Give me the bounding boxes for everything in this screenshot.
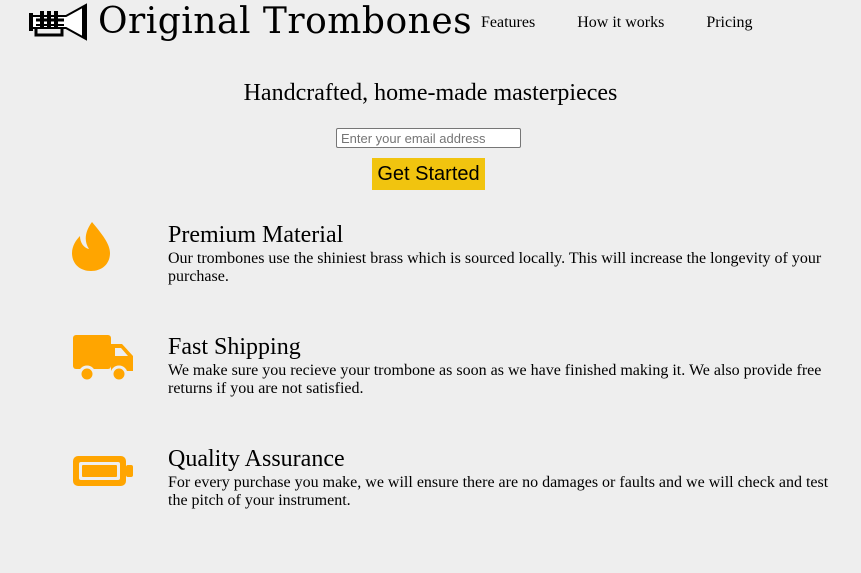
battery-icon xyxy=(73,456,133,486)
fire-icon xyxy=(72,222,110,271)
feature-description: We make sure you recieve your trombone a… xyxy=(168,362,822,397)
trumpet-icon xyxy=(29,3,87,41)
feature-title: Fast Shipping xyxy=(168,334,301,360)
feature-description: Our trombones use the shiniest brass whi… xyxy=(168,250,822,285)
main-nav: Features How it works Pricing xyxy=(481,14,753,32)
truck-icon xyxy=(73,335,133,383)
nav-link-how-it-works[interactable]: How it works xyxy=(577,14,664,32)
brand-logo[interactable]: Original Trombones xyxy=(28,2,472,42)
feature-description: For every purchase you make, we will ens… xyxy=(168,474,829,509)
nav-link-pricing[interactable]: Pricing xyxy=(706,14,752,32)
feature-title: Premium Material xyxy=(168,222,344,248)
site-header: Original Trombones Features How it works… xyxy=(0,0,861,50)
get-started-button[interactable]: Get Started xyxy=(372,158,485,190)
feature-title: Quality Assurance xyxy=(168,446,345,472)
email-input[interactable] xyxy=(336,128,521,148)
hero-section: Handcrafted, home-made masterpieces xyxy=(0,78,861,108)
brand-name: Original Trombones xyxy=(98,1,473,42)
hero-title: Handcrafted, home-made masterpieces xyxy=(243,80,618,106)
nav-link-features[interactable]: Features xyxy=(481,14,535,32)
